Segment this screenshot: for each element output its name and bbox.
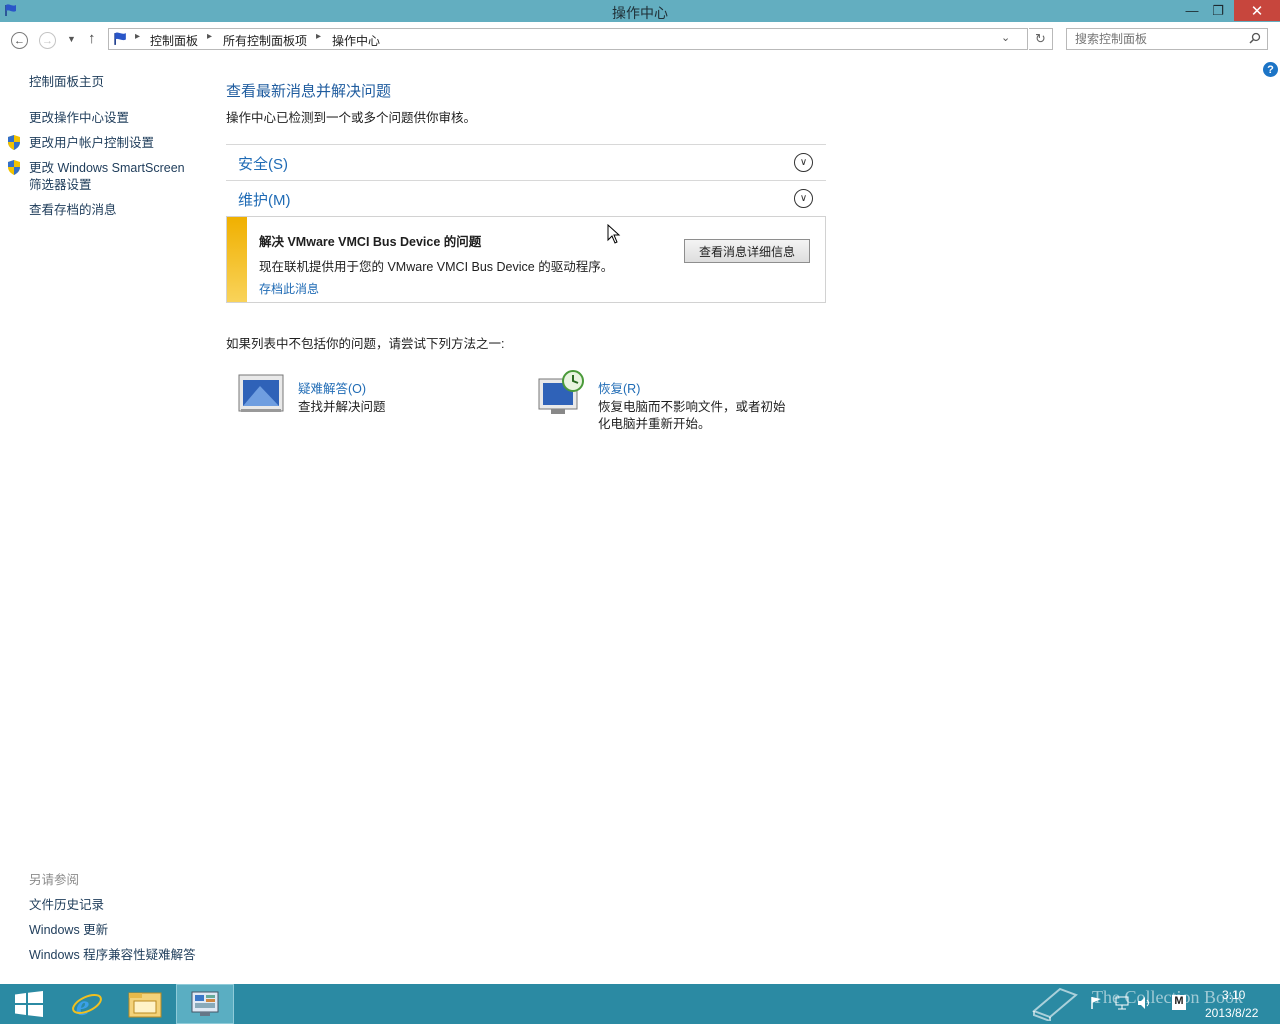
archive-message-link[interactable]: 存档此消息: [259, 280, 319, 297]
up-button[interactable]: ↑: [88, 30, 96, 47]
address-history-dropdown[interactable]: ⌄: [1001, 31, 1010, 44]
back-arrow-icon: ←: [14, 34, 25, 47]
alternatives-text: 如果列表中不包括你的问题，请尝试下列方法之一:: [226, 337, 505, 351]
refresh-icon: ↻: [1035, 31, 1046, 46]
control-panel-icon: [191, 991, 219, 1016]
taskbar-file-explorer[interactable]: [116, 984, 174, 1024]
see-also-windows-update[interactable]: Windows 更新: [29, 922, 108, 939]
window-title: 操作中心: [612, 5, 668, 21]
taskbar-control-panel[interactable]: [176, 984, 234, 1024]
page-subtitle: 操作中心已检测到一个或多个问题供你审核。: [226, 111, 477, 125]
sidebar-item-archived-messages[interactable]: 查看存档的消息: [29, 202, 117, 219]
sidebar-item-action-center-settings[interactable]: 更改操作中心设置: [29, 110, 129, 127]
start-button[interactable]: [0, 984, 58, 1024]
see-also-file-history[interactable]: 文件历史记录: [29, 897, 104, 914]
taskbar-internet-explorer[interactable]: e: [58, 984, 116, 1024]
uac-shield-icon: [7, 160, 21, 175]
close-button[interactable]: ✕: [1234, 0, 1280, 21]
section-security-label[interactable]: 安全(S): [238, 153, 288, 174]
taskbar: e: [0, 984, 1280, 1024]
breadcrumb-all-items[interactable]: 所有控制面板项: [223, 32, 307, 49]
sidebar-item-uac-settings[interactable]: 更改用户帐户控制设置: [29, 135, 154, 152]
recovery-desc-line1: 恢复电脑而不影响文件，或者初始: [598, 400, 786, 414]
recovery-icon[interactable]: [537, 369, 587, 420]
troubleshooting-icon[interactable]: [238, 372, 284, 417]
section-maintenance-label[interactable]: 维护(M): [238, 189, 291, 210]
message-text: 现在联机提供用于您的 VMware VMCI Bus Device 的驱动程序。: [259, 260, 614, 274]
see-also-heading: 另请参阅: [29, 873, 80, 887]
tray-volume-icon[interactable]: [1137, 996, 1153, 1013]
section-security[interactable]: 安全(S) ∨: [226, 144, 826, 179]
sidebar-item-home[interactable]: 控制面板主页: [29, 74, 104, 91]
chevron-down-icon[interactable]: ∨: [794, 153, 813, 172]
recovery-desc-line2: 化电脑并重新开始。: [598, 417, 711, 431]
message-title: 解决 VMware VMCI Bus Device 的问题: [259, 235, 482, 249]
minimize-button[interactable]: —: [1178, 0, 1206, 21]
folder-icon: [128, 992, 162, 1018]
tray-ime-indicator[interactable]: M: [1172, 995, 1186, 1010]
chevron-down-icon[interactable]: ∨: [794, 189, 813, 208]
breadcrumb-control-panel[interactable]: 控制面板: [150, 32, 198, 49]
tray-network-icon[interactable]: [1114, 996, 1130, 1013]
page-title: 查看最新消息并解决问题: [226, 83, 392, 100]
search-input[interactable]: [1075, 32, 1240, 46]
back-button[interactable]: ←: [11, 32, 28, 49]
title-bar: 操作中心 — ❐ ✕: [0, 0, 1280, 22]
message-panel: 解决 VMware VMCI Bus Device 的问题 现在联机提供用于您的…: [226, 216, 826, 303]
view-message-details-button[interactable]: 查看消息详细信息: [684, 239, 810, 263]
windows-logo-icon: [15, 991, 43, 1017]
recent-pages-dropdown[interactable]: ▼: [67, 34, 76, 44]
svg-text:e: e: [76, 989, 89, 1020]
warning-severity-bar: [227, 217, 247, 302]
chevron-right-icon[interactable]: ▸: [135, 31, 140, 42]
section-maintenance[interactable]: 维护(M) ∨: [226, 180, 826, 216]
chevron-right-icon[interactable]: ▸: [316, 31, 321, 42]
internet-explorer-icon: e: [72, 989, 102, 1020]
sidebar-item-smartscreen[interactable]: 更改 Windows SmartScreen: [29, 160, 185, 177]
sidebar-item-smartscreen-line2[interactable]: 筛选器设置: [29, 177, 92, 194]
clock-date[interactable]: 2013/8/22: [1205, 1006, 1258, 1020]
tray-flag-icon[interactable]: [1090, 996, 1104, 1013]
breadcrumb-action-center[interactable]: 操作中心: [332, 32, 380, 49]
help-icon[interactable]: ?: [1263, 62, 1278, 77]
search-icon[interactable]: [1249, 32, 1261, 47]
chevron-right-icon[interactable]: ▸: [207, 31, 212, 42]
restore-button[interactable]: ❐: [1204, 0, 1232, 21]
mouse-cursor-icon: [607, 223, 621, 248]
forward-arrow-icon: →: [42, 34, 53, 47]
troubleshooting-link[interactable]: 疑难解答(O): [298, 378, 366, 397]
uac-shield-icon: [7, 135, 21, 150]
search-box[interactable]: [1066, 28, 1268, 50]
action-center-flag-icon: [113, 32, 128, 49]
troubleshooting-desc: 查找并解决问题: [298, 400, 386, 414]
see-also-compat-troubleshooter[interactable]: Windows 程序兼容性疑难解答: [29, 947, 196, 964]
book-watermark-icon: [1030, 985, 1080, 1024]
clock-time[interactable]: 3:10: [1222, 988, 1245, 1002]
forward-button[interactable]: →: [39, 32, 56, 49]
recovery-link[interactable]: 恢复(R): [598, 378, 640, 397]
refresh-button[interactable]: ↻: [1029, 28, 1053, 50]
